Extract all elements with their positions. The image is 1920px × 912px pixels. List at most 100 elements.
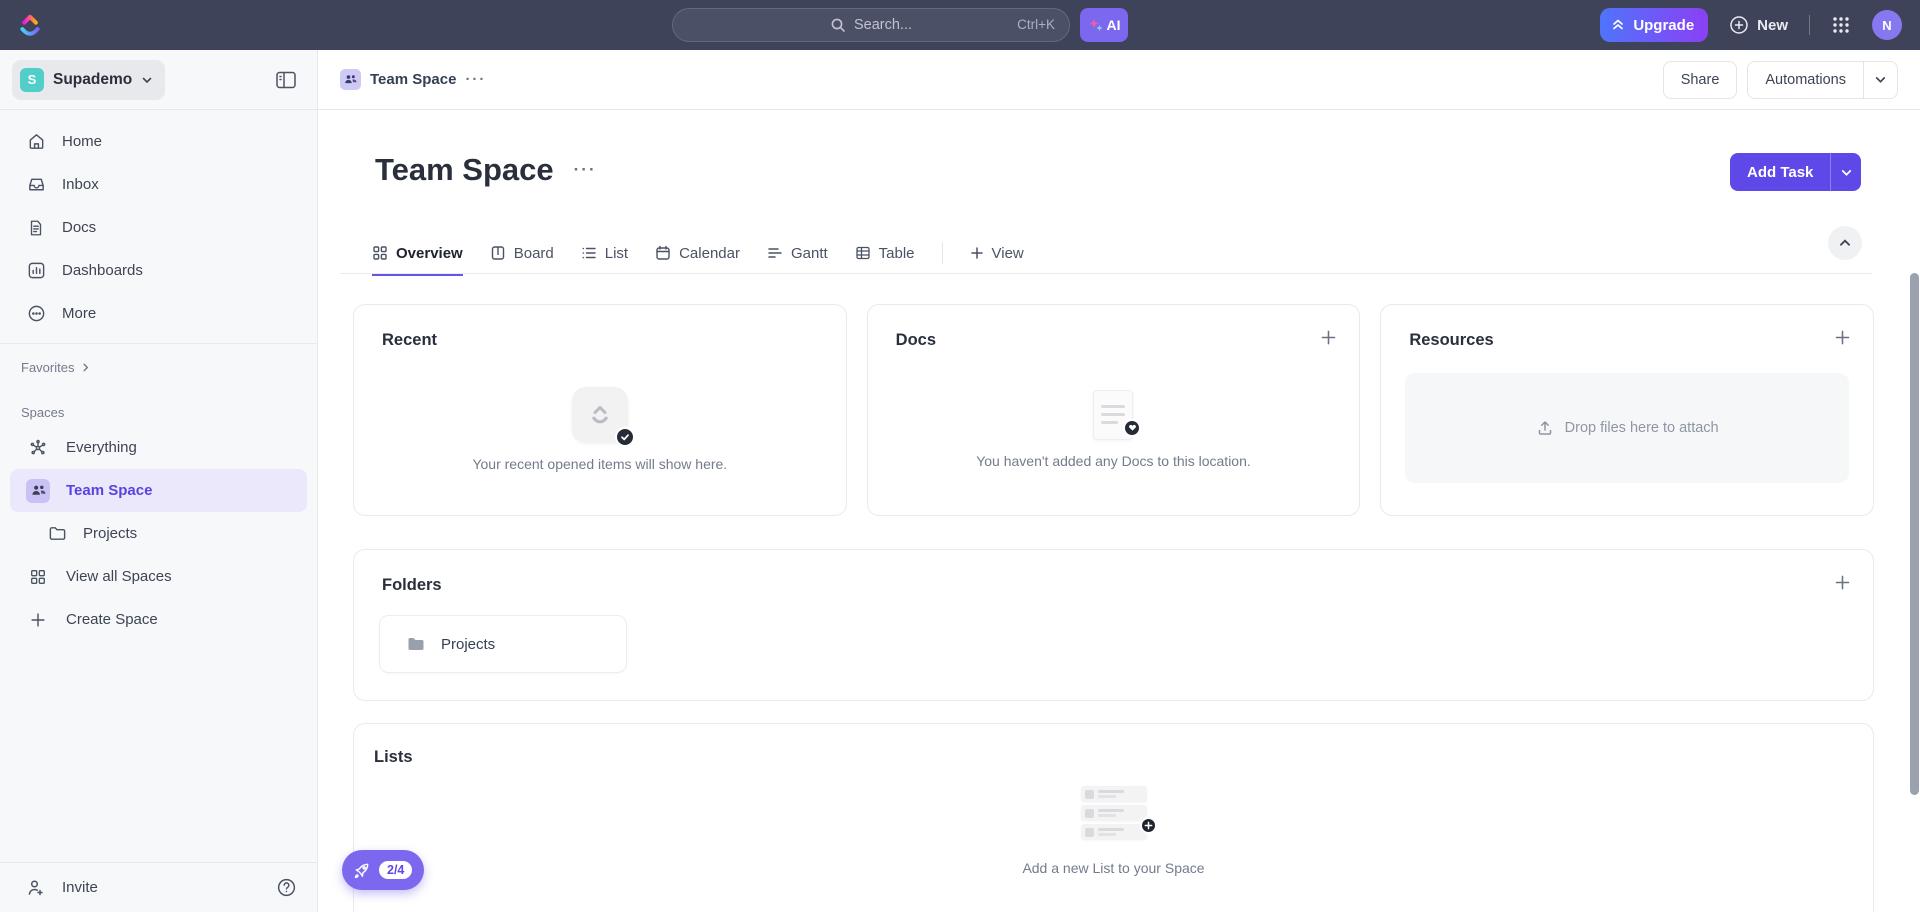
share-label: Share <box>1680 71 1720 88</box>
sidebar-item-home[interactable]: Home <box>0 120 317 163</box>
add-task-button[interactable]: Add Task <box>1730 153 1830 191</box>
breadcrumb-more-icon[interactable]: ··· <box>465 71 486 88</box>
sidebar-item-label: Dashboards <box>62 262 143 279</box>
workspace-switcher[interactable]: S Supademo <box>12 59 166 100</box>
tab-list[interactable]: List <box>581 232 628 274</box>
ai-label: AI <box>1106 17 1121 33</box>
tab-board[interactable]: Board <box>490 232 554 274</box>
user-avatar[interactable]: N <box>1872 10 1902 40</box>
sidebar-toggle-icon[interactable] <box>275 70 297 90</box>
sidebar-footer: Invite <box>0 862 317 912</box>
search-shortcut: Ctrl+K <box>1017 17 1055 32</box>
sidebar-item-docs[interactable]: Docs <box>0 206 317 249</box>
main-area: Team Space ··· Share Automations Team Sp… <box>318 50 1920 912</box>
sidebar-item-create-space[interactable]: Create Space <box>0 598 317 641</box>
clickup-logo-icon[interactable] <box>16 11 44 39</box>
onboarding-progress-pill[interactable]: 2/4 <box>342 850 425 890</box>
tab-overview[interactable]: Overview <box>372 234 463 276</box>
page-title: Team Space <box>375 152 554 187</box>
automations-button-group: Automations <box>1747 60 1898 99</box>
sparkle-icon <box>1088 17 1104 33</box>
ai-button[interactable]: AI <box>1080 8 1128 42</box>
invite-button[interactable]: Invite <box>26 878 98 898</box>
recent-empty-icon <box>571 386 635 447</box>
page-content: Team Space ··· Add Task Overview Board L… <box>318 110 1920 912</box>
sidebar-item-view-all-spaces[interactable]: View all Spaces <box>0 555 317 598</box>
sidebar-item-label: Create Space <box>66 611 158 628</box>
rocket-icon <box>352 861 371 880</box>
add-resource-button[interactable] <box>1834 329 1851 346</box>
home-icon <box>26 132 46 151</box>
collapse-header-button[interactable] <box>1828 226 1862 260</box>
page-title-row: Team Space ··· <box>375 152 597 188</box>
sidebar-item-label: Home <box>62 133 103 150</box>
folder-item-projects[interactable]: Projects <box>379 615 627 673</box>
sidebar-item-label: Everything <box>66 439 137 456</box>
sidebar-item-everything[interactable]: Everything <box>0 426 317 469</box>
breadcrumb[interactable]: Team Space ··· <box>340 69 486 90</box>
everything-icon <box>26 438 50 458</box>
dashboard-icon <box>26 261 46 280</box>
tab-label: List <box>604 244 629 262</box>
team-space-icon <box>26 478 50 503</box>
vertical-scrollbar[interactable] <box>1910 273 1919 795</box>
spaces-section-label: Spaces <box>0 405 317 420</box>
help-icon[interactable] <box>276 877 297 898</box>
sidebar-item-more[interactable]: More <box>0 292 317 335</box>
view-tabs: Overview Board List Calendar Gantt Table… <box>372 232 1024 276</box>
page-title-more-icon[interactable]: ··· <box>574 160 597 180</box>
tab-gantt[interactable]: Gantt <box>767 232 828 274</box>
invite-label: Invite <box>62 879 98 896</box>
search-placeholder: Search... <box>853 17 913 33</box>
search-icon <box>830 17 846 33</box>
tab-add-view[interactable]: View <box>970 232 1024 274</box>
sidebar-item-label: Docs <box>62 219 97 236</box>
lists-empty-text[interactable]: Add a new List to your Space <box>1022 860 1204 876</box>
card-title: Lists <box>374 748 413 766</box>
docs-card: Docs You haven't added any Docs to this … <box>866 304 1361 516</box>
favorites-section-label[interactable]: Favorites <box>0 360 317 375</box>
tab-table[interactable]: Table <box>855 232 915 274</box>
topbar-right-cluster: Upgrade New N <box>1600 0 1902 50</box>
folders-card: Folders Projects <box>353 549 1874 701</box>
upgrade-button[interactable]: Upgrade <box>1600 8 1709 42</box>
lists-card: Lists Add a new List to your Space <box>353 723 1874 912</box>
apps-grid-icon[interactable] <box>1831 15 1851 35</box>
plus-circle-icon <box>1729 15 1749 35</box>
invite-user-icon <box>26 878 46 898</box>
new-label: New <box>1757 16 1788 34</box>
automations-button[interactable]: Automations <box>1748 62 1863 98</box>
tab-calendar[interactable]: Calendar <box>655 232 740 274</box>
file-dropzone[interactable]: Drop files here to attach <box>1405 373 1849 483</box>
sidebar-item-label: Projects <box>83 525 138 542</box>
tabs-divider <box>340 273 1872 274</box>
main-header: Team Space ··· Share Automations <box>318 50 1920 110</box>
tab-label: Gantt <box>790 244 828 262</box>
favorites-label: Favorites <box>21 360 75 375</box>
add-doc-button[interactable] <box>1320 329 1337 346</box>
sidebar-nav: Home Inbox Docs Dashboards More <box>0 110 317 344</box>
folder-icon <box>48 524 67 543</box>
new-button[interactable]: New <box>1729 15 1788 35</box>
chevron-down-icon <box>1875 77 1886 83</box>
chevron-right-icon <box>83 363 89 372</box>
sidebar-item-inbox[interactable]: Inbox <box>0 163 317 206</box>
add-folder-button[interactable] <box>1834 574 1851 591</box>
list-icon <box>581 245 597 261</box>
automations-chevron-button[interactable] <box>1863 61 1897 98</box>
plus-badge-icon <box>1139 817 1157 834</box>
sidebar-item-team-space[interactable]: Team Space <box>10 469 307 512</box>
search-input[interactable]: Search... Ctrl+K <box>672 8 1070 42</box>
sidebar-item-projects[interactable]: Projects <box>0 512 317 555</box>
tab-label: Overview <box>396 244 463 262</box>
widget-cards-row: Recent Your recent opened items will sho… <box>353 304 1874 516</box>
sidebar-item-dashboards[interactable]: Dashboards <box>0 249 317 292</box>
share-button[interactable]: Share <box>1662 60 1738 99</box>
grid-icon <box>26 568 50 586</box>
spaces-label: Spaces <box>21 405 65 420</box>
folder-icon <box>406 634 426 654</box>
upgrade-label: Upgrade <box>1633 16 1695 34</box>
gantt-icon <box>767 245 783 261</box>
document-icon <box>26 219 46 237</box>
add-task-chevron-button[interactable] <box>1830 153 1861 191</box>
